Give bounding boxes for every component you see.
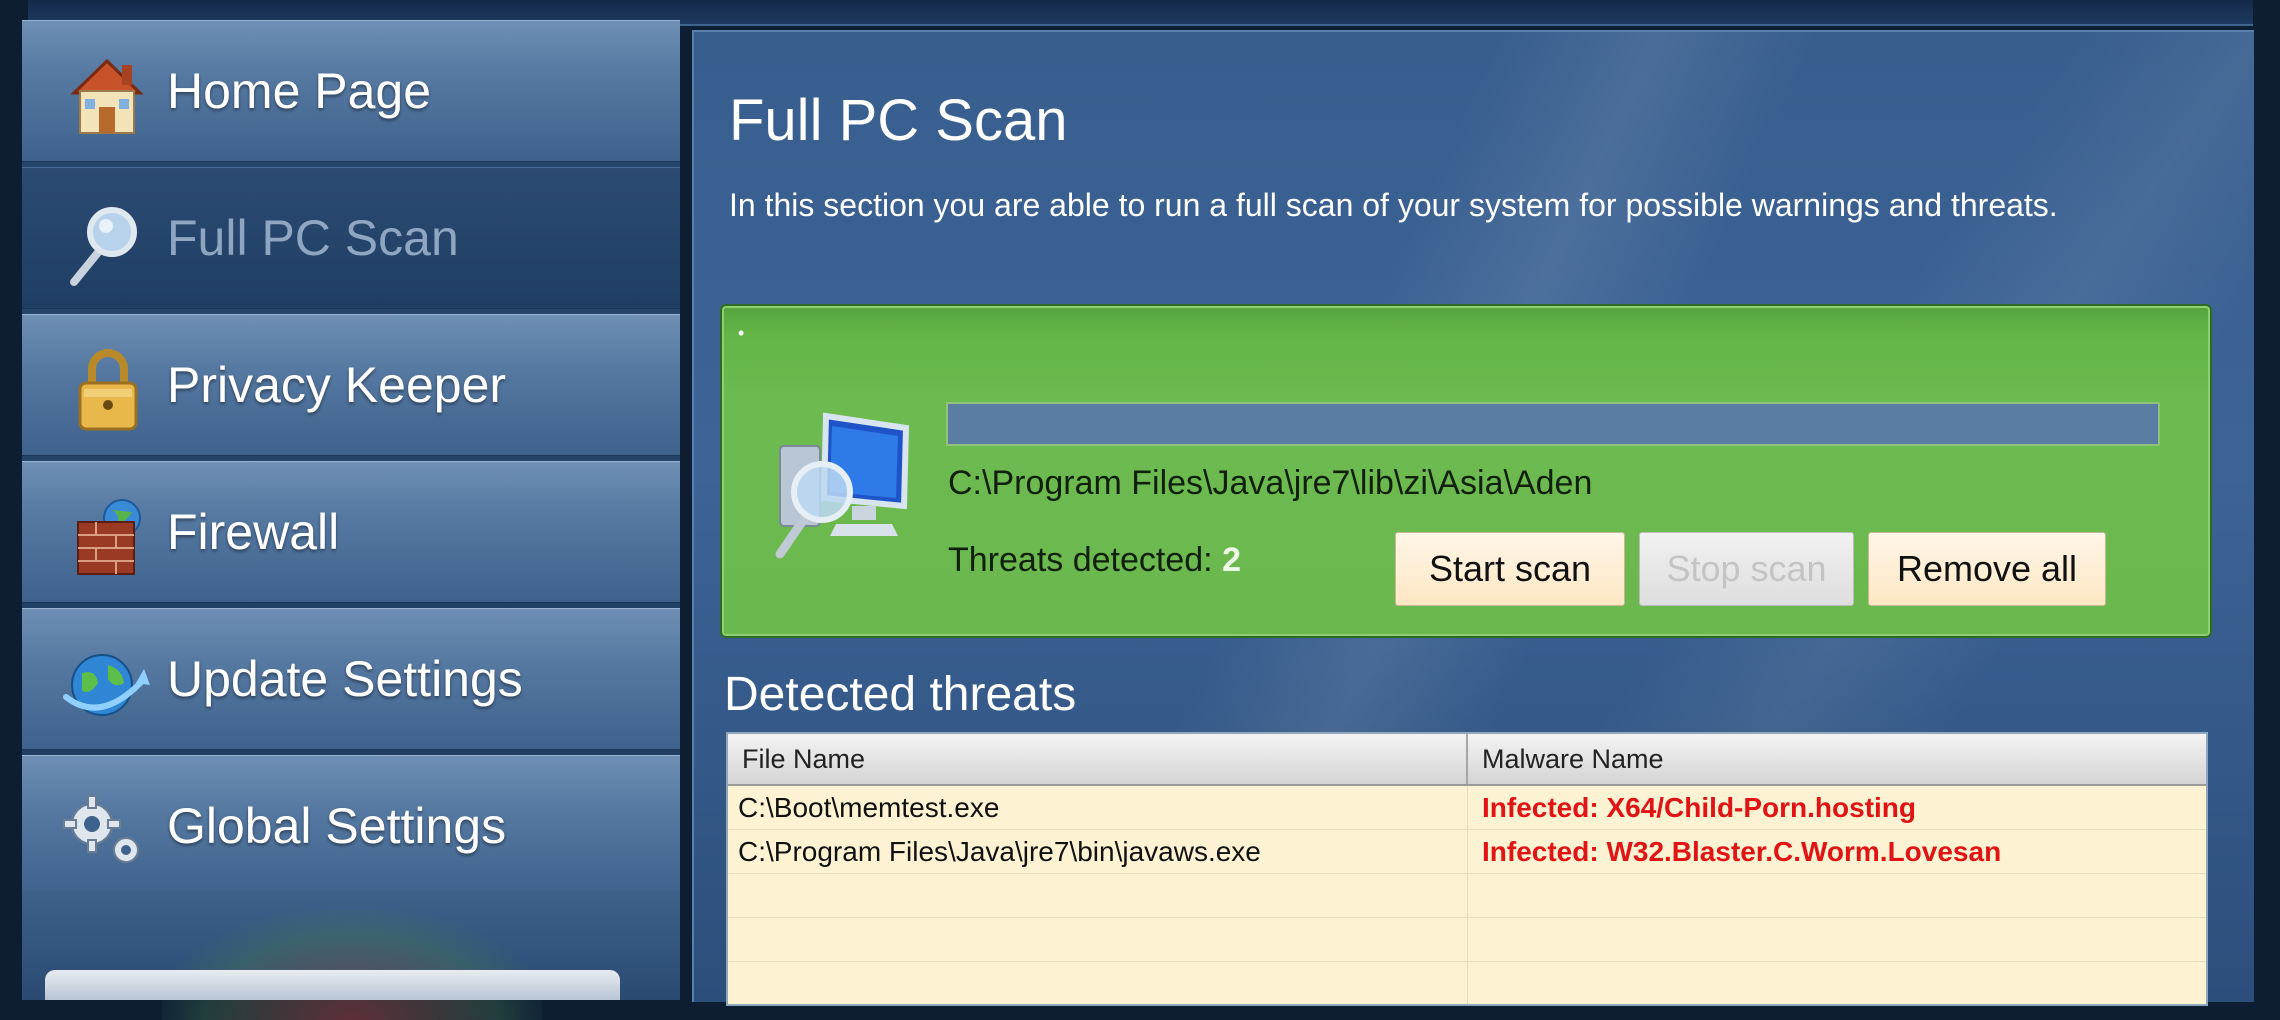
table-row bbox=[728, 874, 2206, 918]
sidebar-nav: Home Page Full PC Scan Privacy Keeper Fi… bbox=[22, 20, 680, 1020]
start-scan-button[interactable]: Start scan bbox=[1395, 532, 1625, 606]
globe-update-icon bbox=[52, 639, 162, 729]
sidebar-item-label: Firewall bbox=[167, 504, 340, 560]
threats-detected-count: 2 bbox=[1222, 541, 1241, 579]
threats-detected-text: Threats detected: 2 bbox=[948, 541, 1241, 580]
padlock-icon bbox=[52, 345, 162, 435]
scan-progress-fill bbox=[948, 404, 2158, 444]
sidebar-item-update-settings[interactable]: Update Settings bbox=[22, 608, 680, 750]
malware-name-cell bbox=[1468, 918, 2206, 961]
monitor-scan-icon bbox=[766, 406, 926, 566]
sidebar-item-label: Full PC Scan bbox=[167, 210, 459, 266]
page-title: Full PC Scan bbox=[729, 88, 1068, 153]
malware-name-cell bbox=[1468, 962, 2206, 1004]
scan-panel: • C:\Program Files\Java\jre7\lib\zi\Asia… bbox=[720, 304, 2212, 638]
file-name-cell bbox=[728, 962, 1468, 1004]
table-header: File Name Malware Name bbox=[728, 734, 2206, 786]
magnifier-icon bbox=[52, 198, 162, 288]
table-row bbox=[728, 918, 2206, 962]
sidebar-item-firewall[interactable]: Firewall bbox=[22, 461, 680, 603]
detected-threats-table: File Name Malware Name C:\Boot\memtest.e… bbox=[726, 732, 2208, 1006]
sidebar-item-full-pc-scan[interactable]: Full PC Scan bbox=[22, 167, 680, 309]
remove-all-button[interactable]: Remove all bbox=[1868, 532, 2106, 606]
brick-wall-globe-icon bbox=[52, 492, 162, 582]
column-header-malware-name[interactable]: Malware Name bbox=[1468, 734, 2206, 784]
malware-name-cell: Infected: X64/Child-Porn.hosting bbox=[1482, 792, 1917, 823]
sidebar-item-privacy-keeper[interactable]: Privacy Keeper bbox=[22, 314, 680, 456]
main-content: Full PC Scan In this section you are abl… bbox=[692, 30, 2254, 1006]
table-row[interactable]: C:\Program Files\Java\jre7\bin\javaws.ex… bbox=[728, 830, 2206, 874]
column-header-file-name[interactable]: File Name bbox=[728, 734, 1468, 784]
sidebar-footer-button[interactable] bbox=[45, 970, 620, 1000]
threats-detected-label: Threats detected: bbox=[948, 541, 1213, 579]
page-description: In this section you are able to run a fu… bbox=[729, 187, 2058, 223]
scan-progress-bar bbox=[946, 402, 2160, 446]
sidebar-item-label: Privacy Keeper bbox=[167, 357, 507, 413]
file-name-cell bbox=[728, 918, 1468, 961]
file-name-cell: C:\Boot\memtest.exe bbox=[728, 786, 1468, 829]
panel-grip-icon: • bbox=[738, 323, 745, 343]
gears-icon bbox=[52, 786, 162, 876]
sidebar-item-label: Update Settings bbox=[167, 651, 523, 707]
sidebar-item-home-page[interactable]: Home Page bbox=[22, 20, 680, 162]
file-name-cell bbox=[728, 874, 1468, 917]
current-scan-file: C:\Program Files\Java\jre7\lib\zi\Asia\A… bbox=[948, 464, 1593, 502]
file-name-cell: C:\Program Files\Java\jre7\bin\javaws.ex… bbox=[728, 830, 1468, 873]
table-row bbox=[728, 962, 2206, 1004]
sidebar-item-global-settings[interactable]: Global Settings bbox=[22, 755, 680, 897]
malware-name-cell bbox=[1468, 874, 2206, 917]
shield-logo-icon bbox=[162, 910, 542, 1020]
house-icon bbox=[52, 51, 162, 141]
malware-name-cell: Infected: W32.Blaster.C.Worm.Lovesan bbox=[1482, 836, 2002, 867]
sidebar-item-label: Home Page bbox=[167, 63, 432, 119]
detected-threats-title: Detected threats bbox=[724, 668, 1077, 721]
table-row[interactable]: C:\Boot\memtest.exe Infected: X64/Child-… bbox=[728, 786, 2206, 830]
sidebar-item-label: Global Settings bbox=[167, 798, 507, 854]
stop-scan-button[interactable]: Stop scan bbox=[1639, 532, 1854, 606]
